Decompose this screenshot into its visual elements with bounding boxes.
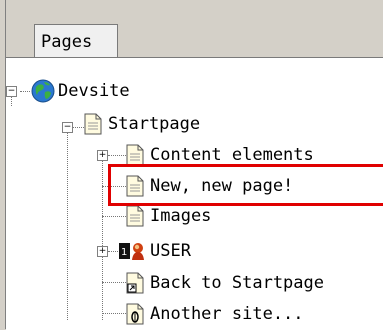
page-icon [84, 113, 102, 135]
tree-line [11, 96, 12, 106]
tree-item-label: Content elements [150, 145, 314, 165]
expand-toggle-content-elements[interactable]: + [97, 150, 108, 161]
page-icon [126, 175, 144, 197]
tree-item-new-page[interactable]: New, new page! [126, 173, 293, 199]
collapse-toggle-devsite[interactable]: − [6, 86, 17, 97]
tree-item-label: Startpage [108, 114, 201, 134]
collapse-toggle-startpage[interactable]: − [62, 122, 73, 133]
tree-line [72, 127, 84, 128]
tree-item-user[interactable]: 1 USER [118, 238, 191, 264]
tree-line [102, 150, 103, 320]
tree-line [102, 282, 126, 283]
expand-toggle-user[interactable]: + [97, 246, 108, 257]
tree-line [67, 128, 68, 320]
tab-pages[interactable]: Pages [34, 24, 118, 58]
tree-line [102, 216, 126, 217]
shortcut-page-icon [126, 272, 144, 294]
tree-item-label: Another site... [150, 304, 304, 324]
tree-line [102, 186, 126, 187]
tree-item-label: Devsite [58, 81, 130, 101]
tree-item-label: Back to Startpage [150, 273, 324, 293]
tree-line [108, 155, 126, 156]
tree-item-devsite[interactable]: Devsite [30, 78, 130, 104]
page-icon [126, 205, 144, 227]
svg-text:1: 1 [121, 247, 127, 258]
tree-item-images[interactable]: Images [126, 203, 211, 229]
tab-pages-label: Pages [41, 32, 93, 52]
tree-item-label: New, new page! [150, 176, 294, 196]
page-icon [126, 144, 144, 166]
tree-item-startpage[interactable]: Startpage [84, 111, 200, 137]
tree-item-label: Images [150, 206, 212, 226]
tree-item-content-elements[interactable]: Content elements [126, 142, 314, 168]
tree-item-label: USER [150, 241, 191, 261]
tree-line [102, 313, 126, 314]
user-folder-icon: 1 [118, 240, 148, 262]
globe-icon [30, 78, 56, 104]
tree-line [20, 91, 30, 92]
external-link-page-icon [126, 303, 144, 325]
tree-item-back-to-startpage[interactable]: Back to Startpage [126, 270, 324, 296]
tree-item-another-site[interactable]: Another site... [126, 301, 304, 327]
